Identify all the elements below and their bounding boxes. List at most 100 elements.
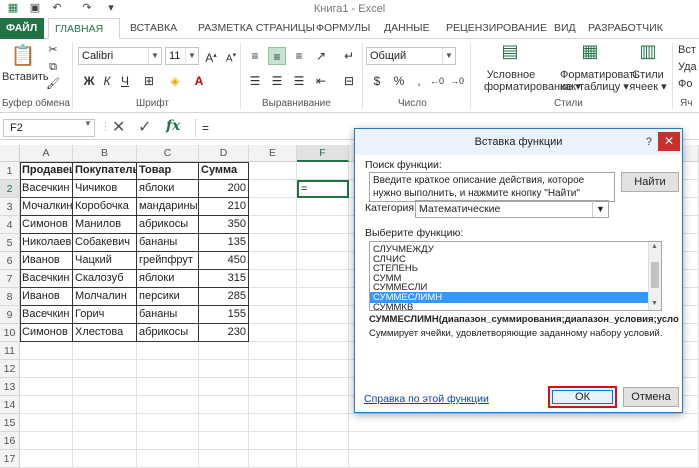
data-cell[interactable]: Молчалин bbox=[73, 288, 137, 306]
empty-cell[interactable] bbox=[20, 342, 73, 360]
align-middle-icon[interactable]: ≡ bbox=[268, 47, 286, 65]
ok-button[interactable]: ОК bbox=[548, 386, 617, 408]
scrollbar[interactable]: ▲ ▼ bbox=[648, 242, 661, 310]
cancel-button[interactable]: Отмена bbox=[623, 387, 679, 407]
data-cell[interactable]: Собакевич bbox=[73, 234, 137, 252]
data-cell[interactable]: Коробочка bbox=[73, 198, 137, 216]
scroll-down-icon[interactable]: ▼ bbox=[651, 300, 658, 307]
name-box[interactable]: F2 bbox=[3, 119, 95, 137]
enter-icon[interactable]: ✓ bbox=[138, 117, 151, 137]
empty-cell[interactable] bbox=[249, 270, 297, 288]
decrease-decimal-icon[interactable]: →0 bbox=[448, 72, 466, 90]
format-as-table-icon[interactable]: ▦ bbox=[578, 41, 602, 65]
empty-cell[interactable] bbox=[249, 180, 297, 198]
format-as-table-button[interactable]: Форматировать как таблицу ▾ bbox=[560, 69, 640, 93]
data-cell[interactable]: Иванов bbox=[20, 252, 73, 270]
format-painter-icon[interactable]: 🖌 bbox=[44, 75, 62, 93]
row-header[interactable]: 4 bbox=[0, 216, 20, 234]
empty-cell[interactable] bbox=[73, 360, 137, 378]
align-left-icon[interactable]: ☰ bbox=[246, 72, 264, 90]
currency-icon[interactable]: $ bbox=[368, 72, 386, 90]
empty-cell[interactable] bbox=[73, 378, 137, 396]
insert-cells-button[interactable]: Вст bbox=[678, 44, 698, 56]
comma-style-icon[interactable]: , bbox=[410, 72, 428, 90]
find-button[interactable]: Найти bbox=[621, 172, 679, 192]
column-header-d[interactable]: D bbox=[199, 145, 249, 162]
data-cell[interactable]: Хлестова bbox=[73, 324, 137, 342]
copy-icon[interactable]: ⧉ bbox=[44, 58, 62, 76]
data-cell[interactable]: Скалозуб bbox=[73, 270, 137, 288]
column-header-c[interactable]: C bbox=[137, 145, 199, 162]
data-cell[interactable]: мандарины bbox=[137, 198, 199, 216]
fill-color-icon[interactable]: ◈ bbox=[166, 72, 184, 90]
data-cell[interactable]: абрикосы bbox=[137, 216, 199, 234]
row-header[interactable]: 16 bbox=[0, 432, 20, 450]
data-cell[interactable]: Николаев bbox=[20, 234, 73, 252]
empty-cell[interactable] bbox=[137, 414, 199, 432]
empty-cell[interactable] bbox=[137, 360, 199, 378]
function-help-link[interactable]: Справка по этой функции bbox=[364, 393, 489, 405]
empty-cell[interactable] bbox=[73, 450, 137, 468]
data-cell[interactable]: 155 bbox=[199, 306, 249, 324]
data-cell[interactable]: 200 bbox=[199, 180, 249, 198]
row-header[interactable]: 13 bbox=[0, 378, 20, 396]
data-cell[interactable]: Васечкин bbox=[20, 306, 73, 324]
empty-cell[interactable] bbox=[249, 306, 297, 324]
paste-icon[interactable]: 📋 bbox=[6, 43, 40, 67]
empty-cell[interactable] bbox=[249, 324, 297, 342]
align-bottom-icon[interactable]: ≡ bbox=[290, 47, 308, 65]
help-button[interactable]: ? bbox=[646, 129, 652, 155]
data-cell[interactable]: бананы bbox=[137, 306, 199, 324]
column-header-a[interactable]: A bbox=[20, 145, 73, 162]
data-cell[interactable]: бананы bbox=[137, 234, 199, 252]
tab-file[interactable]: ФАЙЛ bbox=[0, 18, 44, 39]
empty-cell[interactable] bbox=[73, 342, 137, 360]
align-top-icon[interactable]: ≡ bbox=[246, 47, 264, 65]
tab-formulas[interactable]: ФОРМУЛЫ bbox=[310, 18, 376, 39]
active-cell[interactable]: = bbox=[297, 180, 349, 198]
insert-function-button[interactable]: fx bbox=[166, 118, 180, 134]
column-header-f[interactable]: F bbox=[297, 145, 349, 162]
align-center-icon[interactable]: ☰ bbox=[268, 72, 286, 90]
percent-icon[interactable]: % bbox=[390, 72, 408, 90]
data-cell[interactable]: Мочалкин bbox=[20, 198, 73, 216]
tab-insert[interactable]: ВСТАВКА bbox=[124, 18, 183, 39]
empty-cell[interactable] bbox=[199, 396, 249, 414]
empty-cell[interactable] bbox=[249, 414, 297, 432]
cancel-icon[interactable]: ✕ bbox=[112, 117, 125, 137]
orientation-icon[interactable]: ↗ bbox=[312, 47, 330, 65]
empty-cell[interactable] bbox=[249, 360, 297, 378]
empty-cell[interactable] bbox=[297, 432, 349, 450]
font-name-combo[interactable]: Calibri ▼ bbox=[78, 47, 162, 65]
empty-cell[interactable] bbox=[137, 450, 199, 468]
empty-cell[interactable] bbox=[137, 342, 199, 360]
empty-cell[interactable] bbox=[297, 234, 349, 252]
row-header[interactable]: 15 bbox=[0, 414, 20, 432]
cell-styles-button[interactable]: Стили ячеек ▾ bbox=[628, 69, 668, 93]
empty-cell[interactable] bbox=[249, 378, 297, 396]
tab-developer[interactable]: РАЗРАБОТЧИК bbox=[582, 18, 669, 39]
bold-button[interactable]: Ж bbox=[80, 72, 98, 90]
row-header[interactable]: 8 bbox=[0, 288, 20, 306]
empty-cell[interactable] bbox=[20, 414, 73, 432]
row-header[interactable]: 9 bbox=[0, 306, 20, 324]
row-header[interactable]: 3 bbox=[0, 198, 20, 216]
data-cell[interactable]: 210 bbox=[199, 198, 249, 216]
data-cell[interactable]: Чацкий bbox=[73, 252, 137, 270]
empty-cell[interactable] bbox=[249, 288, 297, 306]
empty-cell[interactable] bbox=[297, 198, 349, 216]
empty-cell[interactable] bbox=[199, 432, 249, 450]
row-header[interactable]: 7 bbox=[0, 270, 20, 288]
paste-button[interactable]: Вставить bbox=[2, 71, 49, 83]
row-header[interactable]: 2 bbox=[0, 180, 20, 198]
align-right-icon[interactable]: ☰ bbox=[290, 72, 308, 90]
tab-page-layout[interactable]: РАЗМЕТКА СТРАНИЦЫ bbox=[192, 18, 321, 39]
empty-cell[interactable] bbox=[73, 432, 137, 450]
italic-button[interactable]: К bbox=[98, 72, 116, 90]
empty-cell[interactable] bbox=[249, 342, 297, 360]
delete-cells-button[interactable]: Уда bbox=[678, 61, 698, 73]
conditional-formatting-icon[interactable]: ▤ bbox=[498, 41, 522, 65]
data-cell[interactable]: яблоки bbox=[137, 180, 199, 198]
empty-cell[interactable] bbox=[20, 378, 73, 396]
function-list-item[interactable]: СУММКВ bbox=[370, 302, 649, 310]
